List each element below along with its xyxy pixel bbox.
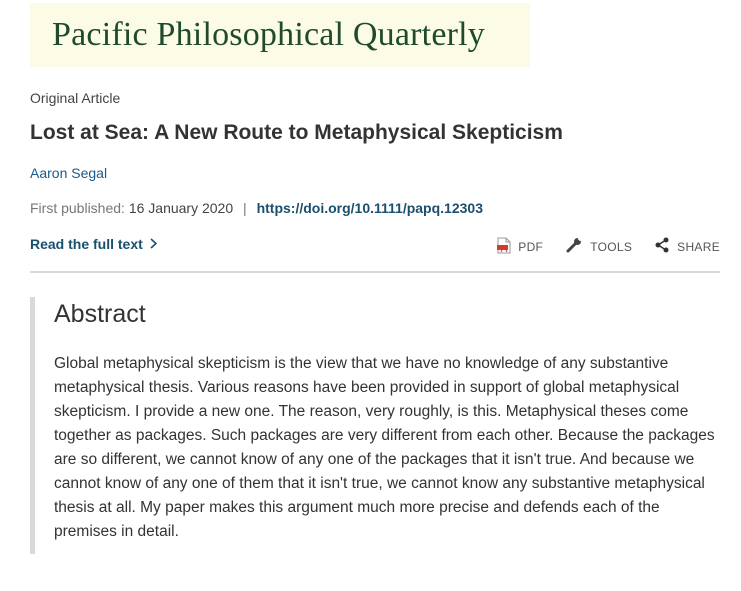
chevron-right-icon: [150, 237, 157, 252]
share-label: SHARE: [677, 239, 720, 254]
pdf-button[interactable]: PDF: [497, 237, 543, 257]
divider: [30, 271, 720, 273]
abstract-section: Abstract Global metaphysical skepticism …: [30, 297, 720, 554]
wrench-icon: [565, 236, 590, 257]
separator: |: [243, 200, 247, 216]
share-icon: [654, 237, 677, 256]
article-type: Original Article: [30, 90, 121, 106]
author-link[interactable]: Aaron Segal: [30, 165, 107, 181]
publication-info: First published: 16 January 2020 | https…: [30, 200, 483, 216]
doi-link[interactable]: https://doi.org/10.1111/papq.12303: [257, 200, 483, 216]
abstract-heading: Abstract: [54, 300, 146, 328]
read-full-text-label: Read the full text: [30, 236, 143, 252]
pdf-label: PDF: [518, 239, 544, 254]
tools-label: TOOLS: [590, 239, 633, 254]
share-button[interactable]: SHARE: [654, 237, 720, 256]
pdf-icon: [497, 237, 518, 257]
journal-banner[interactable]: Pacific Philosophical Quarterly: [30, 3, 530, 67]
first-published-label: First published:: [30, 200, 125, 216]
read-full-text-link[interactable]: Read the full text: [30, 236, 157, 252]
journal-title: Pacific Philosophical Quarterly: [52, 16, 485, 53]
abstract-text: Global metaphysical skepticism is the vi…: [54, 355, 715, 540]
first-published-date: 16 January 2020: [128, 200, 234, 216]
article-tools: PDF TOOLS SHARE: [475, 236, 720, 257]
tools-button[interactable]: TOOLS: [565, 236, 632, 257]
article-title: Lost at Sea: A New Route to Metaphysical…: [30, 121, 563, 144]
